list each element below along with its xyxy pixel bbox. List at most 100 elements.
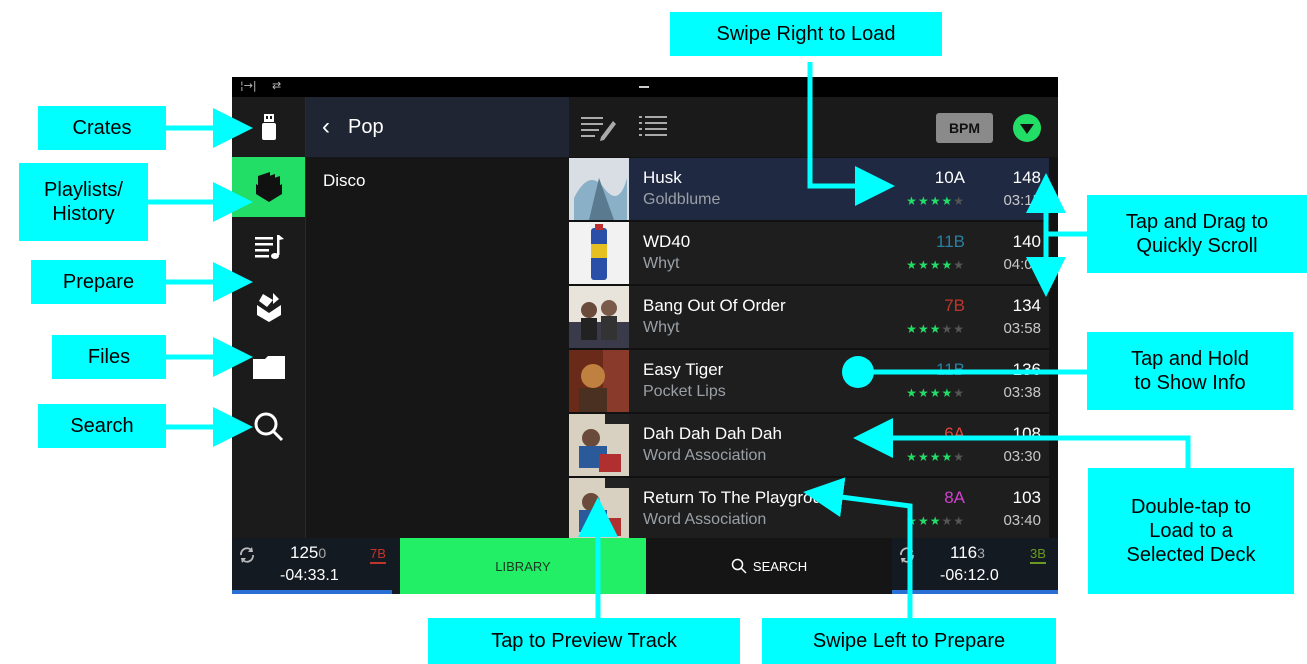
repeat-icon: ⇄	[272, 79, 282, 92]
track-bpm: 140	[1012, 232, 1041, 251]
deck-right-info[interactable]: 1163 3B -06:12.0	[892, 538, 1058, 594]
track-header: BPM	[569, 97, 1058, 157]
track-artist: Whyt	[643, 319, 680, 336]
track-rating: ★★★★★	[906, 194, 965, 208]
track-bpm: 103	[1012, 488, 1041, 507]
album-art	[569, 478, 629, 540]
callout-swipe-left: Swipe Left to Prepare	[762, 618, 1056, 664]
track-title: Bang Out Of Order	[643, 296, 786, 315]
files-alt-button[interactable]	[232, 277, 305, 337]
crate-panel: ‹ Pop Disco	[305, 97, 569, 538]
search-icon	[731, 558, 747, 574]
crate-title: Pop	[348, 116, 384, 138]
callout-tap-hold: Tap and Hold to Show Info	[1087, 332, 1293, 410]
search-icon	[254, 412, 283, 442]
list-view-icon[interactable]	[639, 115, 669, 141]
deck-time-remaining: -06:12.0	[940, 567, 999, 584]
sort-bpm-button[interactable]: BPM	[936, 113, 993, 143]
track-artist: Whyt	[643, 255, 680, 272]
sort-direction-icon[interactable]	[1012, 113, 1042, 143]
deck-key: 3B	[1030, 546, 1046, 564]
callout-files: Files	[52, 335, 166, 379]
callout-tap-preview: Tap to Preview Track	[428, 618, 740, 664]
track-row[interactable]: Bang Out Of Order Whyt 7B 134 ★★★★★ 03:5…	[569, 286, 1049, 350]
track-rating: ★★★★★	[906, 386, 965, 400]
track-duration: 03:30	[1003, 448, 1041, 465]
track-row[interactable]: Husk Goldblume 10A 148 ★★★★★ 03:15	[569, 158, 1049, 222]
crates-button[interactable]	[232, 97, 305, 157]
callout-crates: Crates	[38, 106, 166, 150]
track-key: 11B	[936, 360, 965, 379]
track-title: Husk	[643, 168, 682, 187]
deck-key: 7B	[370, 546, 386, 564]
track-duration: 03:38	[1003, 384, 1041, 401]
track-duration: 04:02	[1003, 256, 1041, 273]
prepare-list-icon	[254, 235, 284, 259]
folder-icon	[252, 356, 285, 379]
album-art	[569, 350, 629, 412]
track-title: Easy Tiger	[643, 360, 724, 379]
deck-progress	[892, 590, 1058, 594]
track-duration: 03:40	[1003, 512, 1041, 529]
deck-progress	[232, 590, 392, 594]
sync-icon[interactable]	[238, 546, 256, 564]
track-artist: Word Association	[643, 511, 767, 528]
library-button[interactable]: LIBRARY	[400, 538, 646, 594]
track-key: 7B	[944, 296, 965, 315]
track-row[interactable]: Dah Dah Dah Dah Word Association 6A 108 …	[569, 414, 1049, 478]
track-skip-icon: ¦→|	[240, 79, 257, 92]
album-art	[569, 222, 629, 284]
track-rating: ★★★★★	[906, 450, 965, 464]
track-row[interactable]: Easy Tiger Pocket Lips 11B 136 ★★★★★ 03:…	[569, 350, 1049, 414]
track-bpm: 136	[1012, 360, 1041, 379]
callout-playlists: Playlists/ History	[19, 163, 148, 241]
callout-tap-drag: Tap and Drag to Quickly Scroll	[1087, 195, 1307, 273]
track-row[interactable]: WD40 Whyt 11B 140 ★★★★★ 04:02	[569, 222, 1049, 286]
track-bpm: 134	[1012, 296, 1041, 315]
album-art	[569, 286, 629, 348]
search-label: SEARCH	[752, 558, 808, 574]
device-screen: ¦→| ⇄ ‹ Pop Disco BPM Husk Goldblume 10A…	[232, 77, 1058, 594]
files-button[interactable]	[232, 337, 305, 397]
deck-left-info[interactable]: 1250 7B -04:33.1	[232, 538, 400, 594]
playlists-icon	[255, 172, 282, 202]
album-art	[569, 414, 629, 476]
back-chevron-icon[interactable]: ‹	[322, 113, 330, 141]
track-artist: Word Association	[643, 447, 767, 464]
crate-box-icon	[256, 293, 281, 322]
playlists-button[interactable]	[232, 157, 305, 217]
search-bottom-button[interactable]: SEARCH	[646, 538, 892, 594]
track-key: 6A	[944, 424, 965, 443]
track-bpm: 148	[1012, 168, 1041, 187]
track-duration: 03:58	[1003, 320, 1041, 337]
track-key: 8A	[944, 488, 965, 507]
bottom-bar: 1250 7B -04:33.1 LIBRARY SEARCH 1163 3B …	[232, 538, 1058, 594]
album-art	[569, 158, 629, 220]
deck-bpm: 1250	[290, 543, 327, 562]
crate-list-item[interactable]: Disco	[323, 171, 366, 191]
track-rating: ★★★★★	[906, 322, 965, 336]
search-button[interactable]	[232, 397, 305, 457]
callout-prepare: Prepare	[31, 260, 166, 304]
drag-handle[interactable]	[639, 86, 649, 88]
sidebar	[232, 97, 305, 538]
prepare-button[interactable]	[232, 217, 305, 277]
usb-icon	[261, 114, 276, 140]
track-title: WD40	[643, 232, 691, 251]
callout-search: Search	[38, 404, 166, 448]
callout-swipe-right: Swipe Right to Load	[670, 12, 942, 56]
track-artist: Pocket Lips	[643, 383, 726, 400]
status-bar: ¦→| ⇄	[232, 77, 1058, 97]
edit-list-icon[interactable]	[581, 115, 619, 141]
callout-double-tap: Double-tap to Load to a Selected Deck	[1088, 468, 1294, 594]
deck-time-remaining: -04:33.1	[280, 567, 339, 584]
crate-header: ‹ Pop	[306, 97, 569, 157]
sync-icon[interactable]	[898, 546, 916, 564]
track-key: 11B	[936, 232, 965, 251]
track-panel: BPM Husk Goldblume 10A 148 ★★★★★ 03:15 W…	[569, 97, 1058, 542]
track-row[interactable]: Return To The Playground Word Associatio…	[569, 478, 1049, 542]
deck-bpm: 1163	[950, 543, 985, 562]
track-title: Dah Dah Dah Dah	[643, 424, 782, 443]
track-title: Return To The Playground	[643, 488, 841, 507]
track-duration: 03:15	[1003, 192, 1041, 209]
